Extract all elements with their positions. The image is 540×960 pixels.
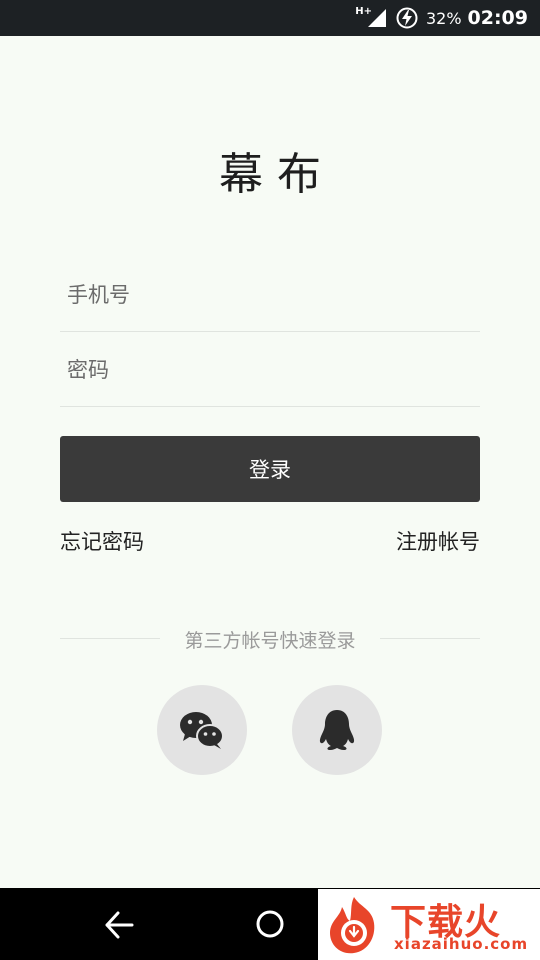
- watermark-url: xiazaihuo.com: [394, 935, 529, 953]
- password-field: [60, 333, 480, 407]
- phone-input[interactable]: [60, 258, 480, 331]
- app-title: 幕布: [219, 149, 335, 200]
- network-type: H+: [355, 5, 372, 17]
- qq-icon: [319, 710, 355, 750]
- battery-charging-icon: [396, 7, 418, 29]
- clock: 02:09: [467, 7, 528, 29]
- phone-field: [60, 258, 480, 332]
- wechat-icon: [180, 712, 224, 749]
- divider-left: [60, 638, 160, 639]
- login-button[interactable]: 登录: [60, 436, 480, 502]
- back-icon[interactable]: [102, 908, 136, 942]
- qq-login-button[interactable]: [292, 685, 382, 775]
- divider-right: [380, 638, 480, 639]
- register-link[interactable]: 注册帐号: [396, 526, 480, 556]
- home-icon[interactable]: [255, 909, 285, 939]
- wechat-login-button[interactable]: [157, 685, 247, 775]
- password-input[interactable]: [60, 333, 480, 406]
- battery-percent: 32%: [425, 8, 462, 28]
- flame-logo-icon: [330, 897, 375, 954]
- third-party-label: 第三方帐号快速登录: [184, 630, 356, 652]
- forgot-password-link[interactable]: 忘记密码: [60, 526, 144, 556]
- status-bar: H+ 32% 02:09: [0, 0, 540, 36]
- watermark: 下载火 xiazaihuo.com: [318, 889, 540, 960]
